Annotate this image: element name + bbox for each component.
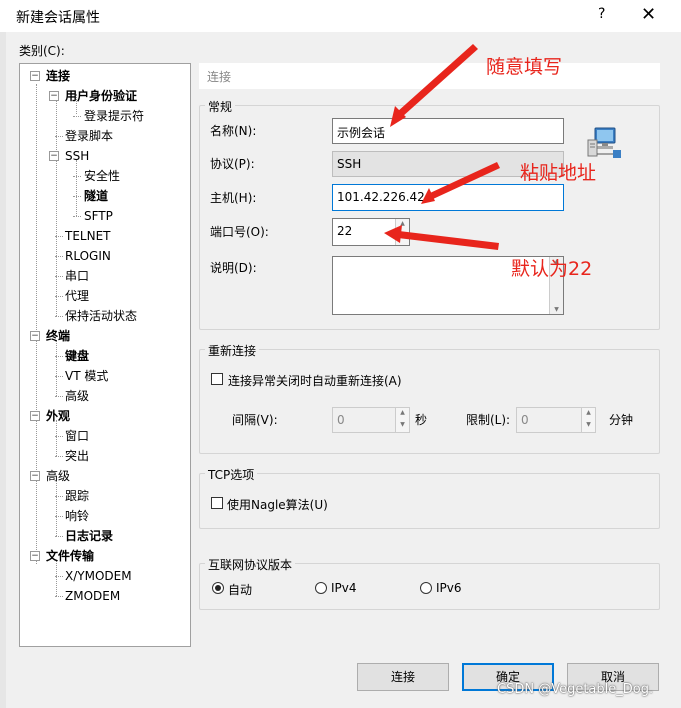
panel-header: 连接 [199,63,660,89]
interval-value: 0 [337,413,345,427]
tree-item[interactable]: 文件传输 [46,548,94,564]
ip-auto-label: 自动 [228,583,253,597]
tree-expander[interactable]: − [49,151,59,161]
tree-item[interactable]: RLOGIN [65,248,111,264]
tree-expander[interactable]: − [30,411,40,421]
category-tree[interactable]: − 连接 − 用户身份验证 登录提示符 登录脚本 − SSH 安全性 隧道 SFTP TELNET RL… [19,63,191,647]
network-computer-icon [587,127,621,158]
limit-value: 0 [521,413,529,427]
ipv6-radio[interactable] [420,582,432,594]
tree-item[interactable]: 登录提示符 [84,108,144,124]
limit-spinner[interactable]: ▲ ▼ [581,408,595,432]
category-label: 类别(C): [19,44,65,58]
auto-reconnect-checkbox[interactable] [211,373,223,385]
name-input[interactable]: 示例会话 [332,118,564,144]
port-spinner[interactable]: ▲ ▼ [395,219,409,245]
tree-item[interactable]: 日志记录 [65,528,113,544]
tree-item[interactable]: 窗口 [65,428,89,444]
protocol-value: SSH [337,157,362,171]
background-window-edge [0,32,6,708]
auto-reconnect-label: 连接异常关闭时自动重新连接(A) [228,374,402,388]
port-label: 端口号(O): [210,225,269,239]
tree-item[interactable]: SSH [65,148,89,164]
annotation-default-22: 默认为22 [511,258,593,280]
tree-expander[interactable]: − [30,331,40,341]
tree-item[interactable]: 终端 [46,328,70,344]
tree-item[interactable]: 跟踪 [65,488,89,504]
tree-item[interactable]: 保持活动状态 [65,308,137,324]
limit-label: 限制(L): [466,413,511,427]
name-label: 名称(N): [210,124,257,138]
tree-item[interactable]: 安全性 [84,168,120,184]
tree-expander[interactable]: − [30,471,40,481]
reconnect-group-title: 重新连接 [205,342,260,359]
limit-unit: 分钟 [609,413,634,427]
description-label: 说明(D): [210,261,257,275]
tree-item[interactable]: 登录脚本 [65,128,113,144]
host-input[interactable]: 101.42.226.42 [332,184,564,211]
tree-item[interactable]: 响铃 [65,508,89,524]
tree-expander[interactable]: − [49,91,59,101]
ipv4-radio[interactable] [315,582,327,594]
tree-item[interactable]: 高级 [46,468,70,484]
window-title: 新建会话属性 [16,10,100,26]
nagle-label: 使用Nagle算法(U) [227,498,328,512]
tcp-group-title: TCP选项 [205,466,258,483]
watermark: CSDN @Vegetable_Dog. [497,682,654,697]
interval-unit: 秒 [415,413,428,427]
annotation-fill-any: 随意填写 [486,56,563,78]
tree-item[interactable]: TELNET [65,228,111,244]
tree-item[interactable]: 隧道 [84,188,108,204]
tree-item[interactable]: 串口 [65,268,89,284]
tree-item[interactable]: 连接 [46,68,70,84]
tree-item[interactable]: X/YMODEM [65,568,132,584]
tree-item[interactable]: SFTP [84,208,113,224]
help-button[interactable]: ? [598,6,605,22]
tree-item[interactable]: 高级 [65,388,89,404]
tree-item[interactable]: 代理 [65,288,89,304]
tree-expander[interactable]: − [30,551,40,561]
protocol-label: 协议(P): [210,157,255,171]
close-button[interactable]: ✕ [641,4,656,25]
tree-expander[interactable]: − [30,71,40,81]
tree-item[interactable]: 外观 [46,408,70,424]
tree-item[interactable]: 突出 [65,448,89,464]
port-value: 22 [337,224,353,238]
panel-header-title: 连接 [207,70,232,84]
host-label: 主机(H): [210,191,257,205]
tree-item[interactable]: 用户身份验证 [65,88,137,104]
ipv6-label: IPv6 [436,581,462,595]
interval-label: 间隔(V): [232,413,278,427]
general-group-title: 常规 [205,98,236,115]
ipv4-label: IPv4 [331,581,357,595]
tree-item[interactable]: ZMODEM [65,588,120,604]
reconnect-group [199,349,660,454]
nagle-checkbox[interactable] [211,497,223,509]
tree-item[interactable]: 键盘 [65,348,89,364]
title-bar: 新建会话属性 ? ✕ [0,0,681,32]
connect-button[interactable]: 连接 [357,663,449,691]
ip-version-group-title: 互联网协议版本 [205,556,296,573]
ip-auto-radio[interactable] [212,582,224,594]
tree-item[interactable]: VT 模式 [65,368,108,384]
annotation-paste-address: 粘贴地址 [520,162,597,184]
interval-spinner[interactable]: ▲ ▼ [395,408,409,432]
